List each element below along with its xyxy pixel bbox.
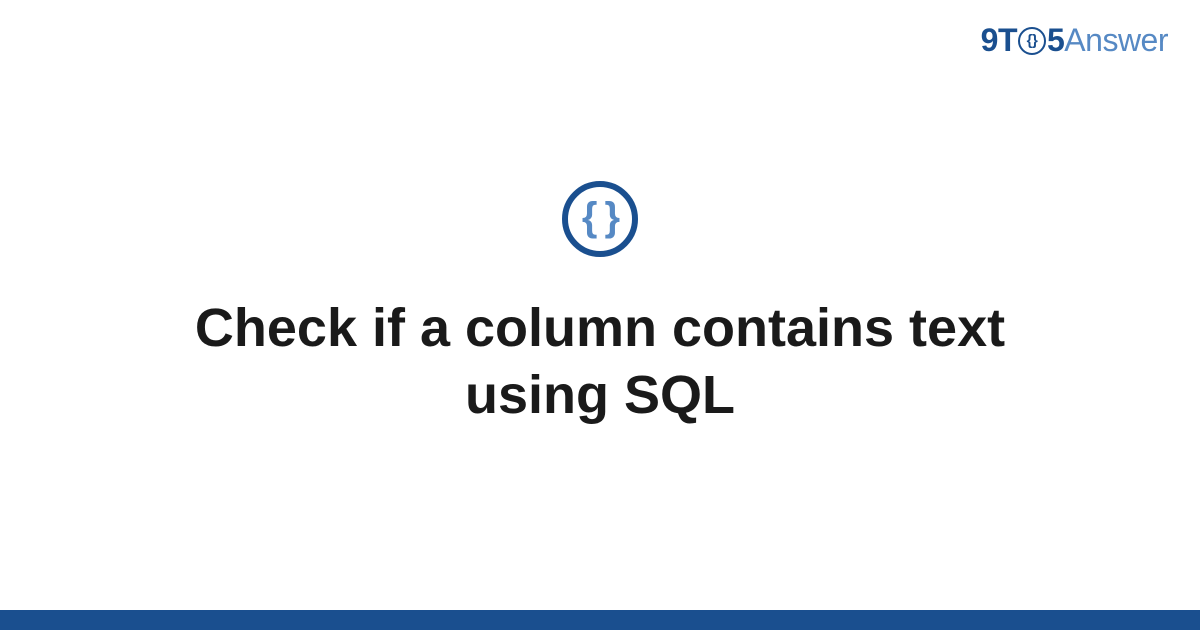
braces-glyph: { }	[582, 197, 618, 237]
page-title: Check if a column contains text using SQ…	[120, 295, 1080, 430]
code-braces-icon: { }	[562, 181, 638, 257]
main-content: { } Check if a column contains text usin…	[0, 0, 1200, 610]
footer-accent-bar	[0, 610, 1200, 630]
